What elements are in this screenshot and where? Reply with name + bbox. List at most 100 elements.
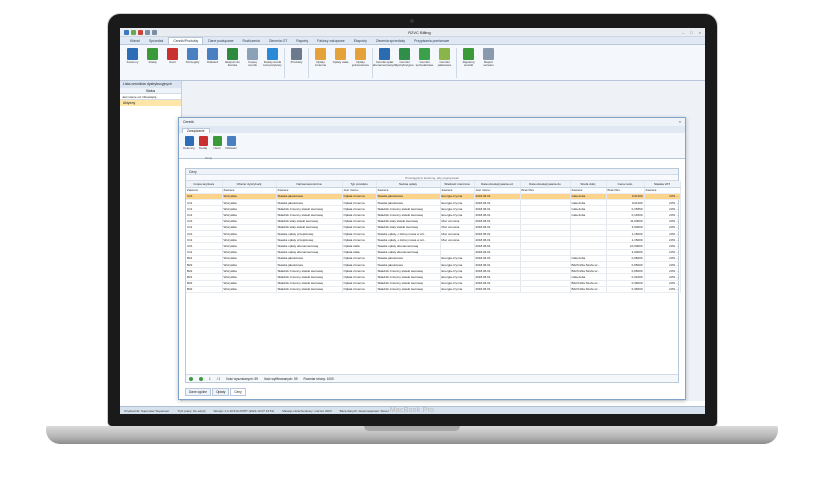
menu-tabs: Klienci Sprzedaż Cennik/Produkty Dane powią… — [120, 37, 705, 45]
dodaj-button[interactable]: Dodaj — [197, 136, 209, 155]
dialog-titlebar: Cennik × — [179, 118, 685, 126]
tab-faktury-zakupowe[interactable]: Faktury zakupowe — [313, 38, 349, 44]
tab-dane-ogolne[interactable]: Dane ogólne — [185, 388, 212, 396]
ribbon-label: Raport serwisu — [483, 60, 494, 68]
ribbon-label: Cenniki pakietowe — [437, 60, 452, 68]
usun-button[interactable]: Usuń — [211, 136, 223, 155]
table-cell: Wszystkie — [222, 286, 277, 293]
ribbon-label: Cenniki opłat abonamentowych — [372, 60, 397, 68]
dialog-title: Cennik — [183, 120, 194, 124]
produkty-button[interactable]: Produkty — [288, 48, 305, 64]
ribbon-label: Opłaty zmienne — [314, 60, 327, 68]
tab-dane-powiazane[interactable]: Dane powiązane — [204, 38, 237, 44]
table-cell: Energia czynna — [440, 286, 475, 293]
oplaty-stale-button[interactable]: Opłaty stałe — [332, 48, 349, 64]
eksport-do-excela-icon — [227, 48, 238, 60]
ribbon-separator — [308, 48, 309, 78]
oplaty-zmienne-button[interactable]: Opłaty zmienne — [312, 48, 329, 68]
odswiez-button[interactable]: Odśwież — [204, 48, 221, 64]
prices-grid: Ceny Przeciągnij tu kolumnę, aby pogrupo… — [185, 168, 681, 383]
found-count: Ilość wyszukanych: 59 — [226, 376, 259, 381]
cenniki-sprzedazowe-button[interactable]: Cenniki sprzedażowe — [416, 48, 433, 68]
tab-raporty[interactable]: Raporty — [292, 38, 312, 44]
table-cell: 0,36000 — [606, 286, 645, 293]
raport-serwisu-button[interactable]: Raport serwisu — [480, 48, 497, 68]
laptop-notch — [364, 426, 460, 431]
filtered-count: Ilość wyfiltrowanych: 59 — [264, 376, 298, 381]
dialog-ribbon: Kolumny Dodaj Usuń Odśwież — [179, 133, 685, 159]
tab-ceny[interactable]: Ceny — [230, 388, 246, 396]
cenniki-oplat-abonamentowych-icon — [379, 48, 390, 60]
tab-rozliczenia[interactable]: Rozliczenia — [238, 38, 263, 44]
tab-cennik-produkty[interactable]: Cennik/Produkty — [168, 37, 204, 44]
ribbon-label: Dodaj cennik kompozytowy — [263, 60, 282, 68]
oplaty-jednorazowe-button[interactable]: Opłaty jednorazowe — [352, 48, 369, 68]
ribbon-label: Dodaj — [199, 146, 207, 150]
kolumny-button[interactable]: Kolumny — [124, 48, 141, 64]
close-button[interactable]: × — [699, 30, 701, 35]
cenniki-pakietowe-button[interactable]: Cenniki pakietowe — [436, 48, 453, 68]
minimize-button[interactable]: – — [682, 30, 684, 35]
camera — [410, 19, 414, 23]
tab-oplaty[interactable]: Opłaty — [212, 388, 230, 396]
prices-table: Grupa taryfowa Obszar dystrybucji Nazwa ka… — [186, 181, 681, 293]
rejestruj-cenniki-icon — [463, 48, 474, 60]
dodaj-button[interactable]: Dodaj — [144, 48, 161, 64]
page-count: / 1 — [216, 376, 221, 381]
usun-icon — [167, 48, 178, 60]
dodaj-cennik-kompozytowy-button[interactable]: Dodaj cennik kompozytowy — [263, 48, 282, 68]
quick-access-toolbar — [124, 29, 157, 35]
produkty-icon — [291, 48, 302, 60]
raport-serwisu-icon — [483, 48, 494, 60]
kolumny-icon — [184, 136, 194, 146]
table-row[interactable]: B22 Wszystkie Składnik zmienny stawki siec… — [186, 286, 681, 293]
szczegoly-button[interactable]: Szczegóły — [184, 48, 201, 64]
tab-management[interactable]: Zarządzanie — [182, 128, 210, 133]
kolumny-icon — [127, 48, 138, 60]
grid-pager: 1 / 1 Ilość wyszukanych: 59 Ilość wyfilt… — [186, 374, 678, 382]
left-panel: Lista cenników dystrybucyjnych Status Je… — [120, 81, 182, 401]
table-body: Zawiera: Zawiera: Zawiera: Jest równe: Zawie… — [186, 187, 681, 293]
usun-button[interactable]: Usuń — [164, 48, 181, 64]
cenniki-dystrybucyjne-button[interactable]: Cenniki dystrybucyjne — [395, 48, 414, 68]
tab-eksporty[interactable]: Eksporty — [350, 38, 371, 44]
table-cell: Składnik zmienny stawki sieciowej — [276, 286, 343, 293]
table-cell: B22 — [186, 286, 223, 293]
szczegoly-icon — [187, 48, 198, 60]
rejestruj-cenniki-button[interactable]: Rejestruj cenniki — [460, 48, 477, 68]
eksport-do-excela-button[interactable]: Eksport do Excela — [224, 48, 241, 68]
cenniki-pakietowe-icon — [439, 48, 450, 60]
ribbon-label: Szczegóły — [185, 60, 200, 64]
maximize-button[interactable]: □ — [690, 30, 692, 35]
add-icon[interactable] — [131, 29, 136, 35]
ribbon-label: Odśwież — [206, 60, 219, 64]
laptop-brand: MacBook Pro — [389, 407, 435, 414]
page-number[interactable]: 1 — [209, 377, 211, 381]
tab-przypisania-pomiarowe[interactable]: Przypisania pomiarowe — [410, 38, 453, 44]
ribbon: Kolumny Dodaj Usuń Szczegóły Odśwież Eksport … — [120, 45, 705, 81]
first-page-icon[interactable] — [189, 376, 193, 381]
list-item[interactable]: Aktywny — [120, 100, 181, 106]
oplaty-stale-icon — [335, 48, 346, 60]
screen: R2VC Billing – □ × Klienci Sprzedaż Cennik… — [120, 28, 705, 414]
table-cell: 23% ... — [644, 286, 681, 293]
ribbon-label: Produkty — [290, 60, 303, 64]
kolumny-button[interactable]: Kolumny — [183, 136, 195, 155]
kopiuj-cennik-button[interactable]: Kopiuj cennik — [244, 48, 261, 68]
odswiez-button[interactable]: Odśwież — [225, 136, 237, 155]
tab-sprzedaz[interactable]: Sprzedaż — [145, 38, 167, 44]
page-size: Rozmiar strony: 1000 — [303, 376, 334, 381]
table-cell: 2018.06.01 — [474, 286, 521, 293]
delete-icon[interactable] — [138, 29, 143, 35]
tab-klienci[interactable]: Klienci — [126, 38, 144, 44]
tab-zlecenia-ot[interactable]: Zlecenia OT — [265, 38, 291, 44]
prev-page-icon[interactable] — [199, 376, 203, 381]
tab-zlecenia-sprzedazy[interactable]: Zlecenia sprzedaży — [372, 38, 409, 44]
dialog-tabs: Zarządzanie — [179, 126, 685, 133]
ribbon-label: Eksport do Excela — [225, 60, 240, 68]
odswiez-icon — [226, 136, 236, 146]
cenniki-oplat-abonamentowych-button[interactable]: Cenniki opłat abonamentowych — [373, 48, 396, 68]
cenniki-dystrybucyjne-icon — [399, 48, 410, 60]
dialog-close-button[interactable]: × — [679, 120, 681, 124]
undo-icon[interactable] — [145, 29, 150, 35]
